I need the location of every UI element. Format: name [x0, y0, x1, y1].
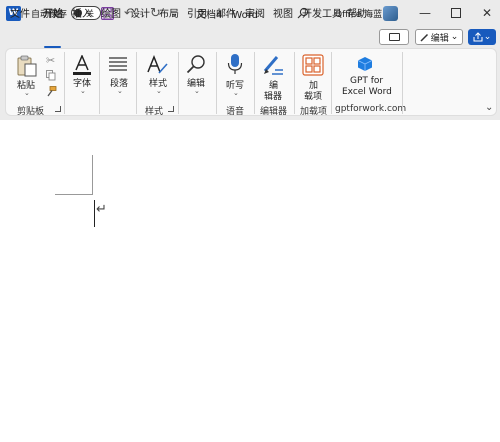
- group-divider: [254, 52, 255, 114]
- styles-launcher-icon[interactable]: [168, 106, 174, 112]
- group-divider: [402, 52, 403, 114]
- tab-review[interactable]: 审阅: [245, 5, 265, 20]
- gpt-cube-icon[interactable]: [357, 56, 373, 72]
- close-icon: ✕: [482, 6, 493, 20]
- group-divider: [216, 52, 217, 114]
- font-a-icon[interactable]: [73, 55, 91, 75]
- group-styles-label: 样式: [145, 107, 164, 117]
- chevron-down-icon[interactable]: ⌄: [24, 89, 30, 97]
- chevron-down-icon[interactable]: ⌄: [156, 87, 162, 95]
- group-divider: [136, 52, 137, 114]
- minimize-icon: —: [419, 6, 431, 20]
- brush-icon[interactable]: [46, 86, 57, 97]
- align-lines-icon[interactable]: [108, 57, 128, 73]
- maximize-button[interactable]: [451, 0, 461, 26]
- gpt-label-line2[interactable]: Excel Word: [342, 87, 392, 97]
- paragraph-return-icon: ↵: [96, 202, 107, 217]
- comments-button[interactable]: [379, 29, 409, 45]
- copy-icon[interactable]: [46, 70, 56, 81]
- collapse-ribbon-icon[interactable]: ⌄: [485, 102, 493, 113]
- pencil-icon: [420, 33, 428, 42]
- grid-icon[interactable]: [302, 54, 324, 76]
- tab-layout[interactable]: 布局: [159, 5, 179, 20]
- tab-insert[interactable]: 插入: [72, 5, 92, 20]
- document-canvas[interactable]: [0, 120, 500, 442]
- margin-crop-mark-horizontal: [55, 194, 93, 195]
- editor-label-line2[interactable]: 辑器: [264, 89, 282, 102]
- editing-mode-label: 编辑: [430, 33, 449, 44]
- chevron-down-icon: ⌄: [450, 32, 459, 42]
- share-button[interactable]: ⌄: [468, 29, 496, 45]
- group-divider: [294, 52, 295, 114]
- tab-references[interactable]: 引用: [187, 5, 207, 20]
- tab-draw[interactable]: 绘图: [101, 5, 121, 20]
- style-a-icon[interactable]: [146, 55, 168, 75]
- chevron-down-icon[interactable]: ⌄: [194, 87, 200, 95]
- avatar-image: [383, 5, 398, 21]
- chevron-down-icon: ⌄: [483, 32, 492, 42]
- microphone-icon[interactable]: [227, 53, 243, 75]
- avatar[interactable]: [383, 0, 398, 26]
- group-divider: [178, 52, 179, 114]
- tab-design[interactable]: 设计: [130, 5, 150, 20]
- tab-mailings[interactable]: 邮件: [216, 5, 236, 20]
- tab-help[interactable]: 帮助: [347, 5, 367, 20]
- group-divider: [331, 52, 332, 114]
- group-addins-label: 加载项: [300, 107, 328, 117]
- clipboard-icon[interactable]: [17, 55, 37, 77]
- chevron-down-icon[interactable]: ⌄: [117, 87, 123, 95]
- group-clipboard-label: 剪贴板: [17, 107, 45, 117]
- group-voice-label: 语音: [226, 107, 245, 117]
- magnifier-icon[interactable]: [186, 54, 206, 74]
- group-editor-label: 编辑器: [260, 107, 288, 117]
- addins-label-line2[interactable]: 载项: [304, 89, 322, 102]
- tab-home[interactable]: 开始: [43, 5, 63, 20]
- editing-mode-button[interactable]: 编辑 ⌄: [415, 29, 463, 45]
- group-divider: [99, 52, 100, 114]
- group-divider: [64, 52, 65, 114]
- chevron-down-icon[interactable]: ⌄: [233, 89, 239, 97]
- margin-crop-mark-vertical: [92, 155, 93, 194]
- group-gpt-label: gptforwork.com: [335, 104, 407, 114]
- tab-file[interactable]: 文件: [10, 5, 30, 20]
- comment-icon: [388, 33, 400, 41]
- editor-pen-icon[interactable]: [262, 54, 284, 76]
- clipboard-launcher-icon[interactable]: [55, 106, 61, 112]
- share-icon: [473, 32, 483, 42]
- tab-developer[interactable]: 开发工具: [302, 5, 342, 20]
- chevron-down-icon[interactable]: ⌄: [80, 87, 86, 95]
- scissors-icon[interactable]: ✂: [46, 54, 55, 67]
- text-cursor: [94, 200, 95, 227]
- close-button[interactable]: ✕: [482, 0, 492, 26]
- minimize-button[interactable]: —: [419, 0, 431, 26]
- maximize-icon: [451, 8, 461, 18]
- tab-view[interactable]: 视图: [273, 5, 293, 20]
- gpt-label-line1[interactable]: GPT for: [350, 76, 383, 86]
